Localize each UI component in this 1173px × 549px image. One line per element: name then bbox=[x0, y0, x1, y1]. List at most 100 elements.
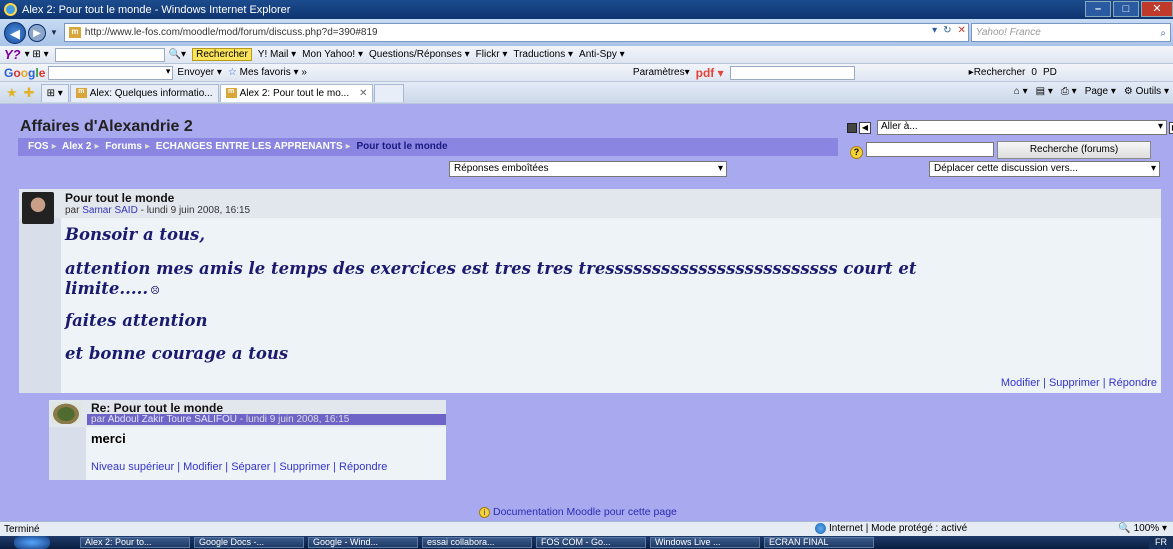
envoyer-label: Envoyer bbox=[177, 67, 215, 78]
post-line-1: Bonsoir a tous, bbox=[65, 225, 206, 244]
minimize-button[interactable]: – bbox=[1085, 1, 1111, 17]
breadcrumb-forum[interactable]: ECHANGES ENTRE LES APPRENANTS bbox=[156, 141, 343, 152]
settings-label: Paramètres bbox=[632, 67, 685, 78]
avatar[interactable] bbox=[51, 402, 81, 424]
breadcrumb-current: Pour tout le monde bbox=[356, 141, 448, 152]
globe-icon bbox=[815, 523, 826, 534]
next-activity-button[interactable]: ▶ bbox=[1169, 121, 1173, 134]
reply-date: - lundi 9 juin 2008, 16:15 bbox=[237, 414, 350, 425]
history-dropdown-icon[interactable]: ▼ bbox=[50, 28, 58, 37]
post-subject: Pour tout le monde bbox=[65, 191, 175, 205]
search-icon[interactable]: ⌕ bbox=[1160, 25, 1166, 42]
goto-select[interactable]: Aller à... bbox=[877, 120, 1167, 135]
breadcrumb-alex2[interactable]: Alex 2 bbox=[62, 141, 91, 152]
taskbar-item[interactable]: Google Docs -... bbox=[194, 537, 304, 548]
new-tab-button[interactable] bbox=[374, 83, 405, 102]
avatar[interactable] bbox=[22, 192, 54, 224]
favorites-button[interactable]: ☆ Mes favoris ▾ » bbox=[228, 67, 307, 78]
stop-icon[interactable]: ✕ bbox=[958, 25, 966, 36]
anti-spy-button[interactable]: Anti-Spy ▾ bbox=[579, 49, 625, 60]
yahoo-search-icon[interactable]: 🔍▾ bbox=[169, 49, 186, 60]
maximize-button[interactable]: □ bbox=[1113, 1, 1139, 17]
answers-button[interactable]: Questions/Réponses ▾ bbox=[369, 49, 470, 60]
forum-reply: Re: Pour tout le monde par Abdoul Zakir … bbox=[49, 400, 446, 480]
translate-button[interactable]: Traductions ▾ bbox=[513, 49, 573, 60]
window-title: Alex 2: Pour tout le monde - Windows Int… bbox=[22, 3, 291, 16]
my-yahoo-button[interactable]: Mon Yahoo! ▾ bbox=[302, 49, 363, 60]
previous-activity-button[interactable]: ◀ bbox=[859, 121, 871, 134]
breadcrumb-fos[interactable]: FOS bbox=[28, 141, 49, 152]
reply-author-link[interactable]: Abdoul Zakir Toure SALIFOU bbox=[108, 414, 237, 425]
pd-button[interactable]: PD bbox=[1043, 67, 1057, 78]
post-commands[interactable]: Modifier | Supprimer | Répondre bbox=[1001, 377, 1157, 389]
count-badge[interactable]: 0 bbox=[1031, 67, 1037, 78]
home-icon[interactable]: ⌂ ▾ bbox=[1014, 86, 1028, 97]
flickr-label: Flickr bbox=[475, 49, 500, 60]
taskbar-item[interactable]: Alex 2: Pour to... bbox=[80, 537, 190, 548]
security-zone[interactable]: Internet | Mode protégé : activé bbox=[815, 523, 967, 534]
status-text: Terminé bbox=[4, 523, 40, 535]
zoom-level[interactable]: 🔍 100% ▾ bbox=[1118, 523, 1167, 534]
feeds-icon[interactable]: ▤ ▾ bbox=[1036, 86, 1053, 97]
tab-alex-1[interactable]: m Alex: Quelques informatio... bbox=[69, 83, 219, 102]
refresh-icon[interactable]: ↻ bbox=[943, 25, 951, 36]
start-button[interactable] bbox=[14, 536, 50, 549]
taskbar-item[interactable]: FOS COM - Go... bbox=[536, 537, 646, 548]
back-button[interactable]: ◀ bbox=[4, 21, 26, 44]
google-logo[interactable]: Google bbox=[4, 66, 45, 80]
tab-alex-2[interactable]: m Alex 2: Pour tout le mo... ✕ bbox=[219, 83, 374, 102]
address-dropdown-icon[interactable]: ▾ bbox=[932, 25, 937, 36]
moodle-tab-icon: m bbox=[225, 88, 237, 98]
google-toolbar: Google Envoyer ▾ ☆ Mes favoris ▾ » Param… bbox=[0, 64, 1173, 82]
yahoo-logo[interactable]: Y? bbox=[4, 47, 21, 62]
close-button[interactable]: ✕ bbox=[1141, 1, 1173, 17]
settings-button[interactable]: Paramètres ▾ bbox=[633, 67, 690, 78]
move-discussion-select[interactable]: Déplacer cette discussion vers... bbox=[929, 161, 1160, 177]
pdf-button[interactable]: pdf ▾ bbox=[696, 66, 724, 80]
page-menu-label: Page bbox=[1084, 86, 1109, 97]
display-mode-select[interactable]: Réponses emboîtées bbox=[449, 161, 727, 177]
rechercher-button[interactable]: ▸ Rechercher bbox=[969, 67, 1026, 78]
post-line-5: et bonne courage a tous bbox=[65, 344, 289, 363]
taskbar-item[interactable]: essai collabora... bbox=[422, 537, 532, 548]
reply-message: merci bbox=[91, 431, 126, 446]
yahoo-search-input[interactable] bbox=[54, 47, 165, 62]
pdf-search-input[interactable] bbox=[729, 65, 855, 80]
yahoo-mail-button[interactable]: Y! Mail ▾ bbox=[258, 49, 296, 60]
help-icon[interactable]: ? bbox=[850, 146, 863, 159]
post-line-4: faites attention bbox=[65, 311, 208, 330]
moodle-doc-link[interactable]: i Documentation Moodle pour cette page bbox=[479, 506, 677, 518]
address-url: http://www.le-fos.com/moodle/mod/forum/d… bbox=[84, 27, 378, 38]
address-input[interactable]: m http://www.le-fos.com/moodle/mod/forum… bbox=[63, 23, 969, 42]
flickr-button[interactable]: Flickr ▾ bbox=[476, 49, 508, 60]
taskbar-item[interactable]: Windows Live ... bbox=[650, 537, 760, 548]
post-byline: par Samar SAID - lundi 9 juin 2008, 16:1… bbox=[65, 205, 250, 216]
forum-search-input[interactable] bbox=[866, 142, 994, 157]
rechercher-label: Rechercher bbox=[973, 67, 1026, 78]
post-line-2: attention mes amis le temps des exercice… bbox=[65, 259, 917, 278]
yahoo-search-button[interactable]: Rechercher bbox=[192, 48, 252, 61]
pd-label: PD bbox=[1042, 67, 1057, 78]
internet-explorer-icon bbox=[4, 3, 17, 16]
quick-tabs-icon[interactable]: ⊞ ▾ bbox=[40, 83, 69, 102]
post-author-link[interactable]: Samar SAID bbox=[82, 205, 138, 216]
toolbar-menu-icon[interactable]: ▾ ⊞ ▾ bbox=[25, 49, 49, 60]
add-favorite-icon[interactable]: ✚ bbox=[24, 85, 35, 101]
taskbar-item[interactable]: Google - Wind... bbox=[308, 537, 418, 548]
reply-commands[interactable]: Niveau supérieur | Modifier | Séparer | … bbox=[91, 461, 387, 473]
web-search-input[interactable]: Yahoo! France ⌕ bbox=[970, 23, 1171, 42]
envoyer-button[interactable]: Envoyer ▾ bbox=[177, 67, 222, 78]
print-icon[interactable]: ⎙ ▾ bbox=[1061, 86, 1077, 97]
breadcrumb-forums[interactable]: Forums bbox=[105, 141, 142, 152]
favorites-star-icon[interactable]: ★ bbox=[6, 85, 18, 101]
google-search-input[interactable] bbox=[48, 65, 174, 80]
forward-button[interactable]: ▶ bbox=[28, 23, 46, 42]
forum-search-button[interactable]: Recherche (forums) bbox=[997, 141, 1151, 159]
anti-spy-label: Anti-Spy bbox=[579, 49, 617, 60]
moodle-favicon-icon: m bbox=[68, 27, 81, 38]
tools-menu[interactable]: ⚙ Outils ▾ bbox=[1124, 86, 1169, 97]
taskbar-item[interactable]: ECRAN FINAL bbox=[764, 537, 874, 548]
page-menu[interactable]: Page ▾ bbox=[1085, 86, 1116, 97]
tab-close-icon[interactable]: ✕ bbox=[359, 88, 367, 99]
system-tray[interactable]: FR bbox=[1149, 536, 1173, 549]
